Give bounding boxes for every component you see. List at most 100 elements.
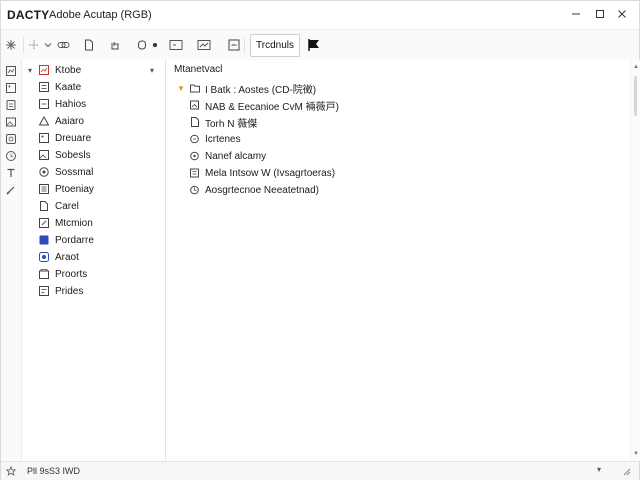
- brush-icon[interactable]: [5, 183, 17, 195]
- rotate-icon[interactable]: [106, 36, 124, 54]
- vertical-scrollbar[interactable]: ▲ ▼: [630, 60, 640, 461]
- nav-item[interactable]: Sossmal: [22, 164, 165, 180]
- nav-item[interactable]: Prides: [22, 283, 165, 299]
- nav-item-label: Sobesls: [55, 149, 91, 161]
- tree-item[interactable]: ▼ I Batk : Aostes (CD-院徵): [177, 80, 617, 96]
- nav-item-label: Sossmal: [55, 166, 94, 178]
- tree-item[interactable]: NAB & Eecanioe CvM 裲薇戸): [190, 97, 610, 113]
- folder-icon: [190, 83, 200, 93]
- layer-icon: [190, 185, 200, 195]
- minimize-icon[interactable]: [567, 6, 585, 22]
- nav-item[interactable]: Sobesls: [22, 147, 165, 163]
- picture-icon[interactable]: [5, 115, 17, 127]
- layers-icon[interactable]: [5, 64, 17, 76]
- scroll-up-icon[interactable]: ▲: [633, 64, 639, 70]
- shield-icon: [39, 167, 49, 177]
- nav-item[interactable]: Carel: [22, 198, 165, 214]
- nav-item[interactable]: Kaate: [22, 79, 165, 95]
- nav-item[interactable]: Aaiaro: [22, 113, 165, 129]
- chevron-down-icon[interactable]: ▼: [177, 84, 185, 93]
- nav-item-label: Ktobe: [55, 64, 82, 76]
- layers-icon: [39, 184, 49, 194]
- nav-item[interactable]: Dreuare: [22, 130, 165, 146]
- layer-icon: [190, 117, 200, 127]
- nav-item-label: Carel: [55, 200, 79, 212]
- square-blue-icon: [39, 235, 49, 245]
- tool-rail: [1, 60, 22, 461]
- nav-item[interactable]: Mtcmion: [22, 215, 165, 231]
- tree-item[interactable]: Icrtenes: [190, 131, 610, 147]
- tree-item-label: Aosgrtecnoe Neeatetnad): [205, 184, 319, 196]
- edit-icon: [39, 218, 49, 228]
- nav-item-label: Proorts: [55, 268, 88, 280]
- app-logo: DACTY: [7, 8, 50, 22]
- tree-item[interactable]: Mela Intsow W (Ivsagrtoeras): [190, 165, 610, 181]
- toolbar-divider: [244, 37, 245, 53]
- status-text: Pll 9sS3 IWD: [27, 466, 81, 476]
- tree-item[interactable]: Nanef alcamy: [190, 148, 610, 164]
- layers-icon: [39, 99, 49, 109]
- nav-item-label: Prides: [55, 285, 84, 297]
- layer-icon: [190, 151, 200, 161]
- scrollbar-thumb[interactable]: [634, 76, 637, 116]
- resize-grip-icon[interactable]: [621, 466, 631, 476]
- sparkle-icon[interactable]: [2, 36, 20, 54]
- dot-icon[interactable]: [146, 36, 164, 54]
- frame-icon[interactable]: [167, 36, 185, 54]
- nav-item-label: Mtcmion: [55, 217, 93, 229]
- flag-icon[interactable]: [305, 36, 323, 54]
- title-bar: DACTY Adobe Acutap (RGB): [1, 1, 639, 29]
- tree-item-label: NAB & Eecanioe CvM 裲薇戸): [205, 101, 339, 113]
- clock-icon[interactable]: [5, 149, 17, 161]
- toolbar: Trcdnuls: [1, 29, 639, 61]
- tree-item-label: I Batk : Aostes (CD-院徵): [205, 84, 317, 96]
- gradient-icon[interactable]: [195, 36, 213, 54]
- close-icon[interactable]: [613, 6, 631, 22]
- nav-item-label: Hahios: [55, 98, 87, 110]
- layer-icon: [190, 100, 200, 110]
- shield-blue-icon: [39, 252, 49, 262]
- toolbar-divider: [23, 37, 24, 53]
- document-icon: [39, 201, 49, 211]
- status-bar: Pll 9sS3 IWD ▾: [1, 461, 639, 480]
- type-icon[interactable]: [5, 166, 17, 178]
- chevron-down-icon[interactable]: ▾: [28, 66, 32, 75]
- chevron-down-icon[interactable]: ▾: [150, 66, 154, 75]
- star-icon[interactable]: [5, 465, 17, 476]
- window-title: Adobe Acutap (RGB): [49, 9, 152, 21]
- layers-icon: [39, 82, 49, 92]
- nav-item-label: Pordarre: [55, 234, 94, 246]
- nav-item[interactable]: Araot: [22, 249, 165, 265]
- layer-icon: [190, 134, 200, 144]
- document-icon[interactable]: [80, 36, 98, 54]
- image-icon: [39, 133, 49, 143]
- tree-item-label: Torh N 薇傑: [205, 118, 258, 130]
- image-icon[interactable]: [5, 81, 17, 93]
- nav-item-label: Kaate: [55, 81, 82, 93]
- minus-box-icon[interactable]: [225, 36, 243, 54]
- nav-item[interactable]: Hahios: [22, 96, 165, 112]
- layer-icon: [190, 168, 200, 178]
- panel-title: Mtanetvacl: [174, 64, 223, 75]
- active-tool-button[interactable]: Trcdnuls: [250, 34, 300, 57]
- stack-icon[interactable]: [5, 98, 17, 110]
- nav-item[interactable]: ▾ Ktobe ▾: [22, 62, 165, 78]
- link-icon[interactable]: [54, 36, 72, 54]
- layer-nav-panel: ▾ Ktobe ▾ Kaate Hahios Aaiaro Dreuare So…: [22, 60, 166, 461]
- scroll-down-icon[interactable]: ▼: [633, 451, 639, 457]
- chevron-down-icon[interactable]: ▾: [597, 465, 601, 474]
- tree-item[interactable]: Torh N 薇傑: [190, 114, 610, 130]
- main-panel: Mtanetvacl ▼ I Batk : Aostes (CD-院徵) NAB…: [166, 60, 630, 461]
- maximize-icon[interactable]: [591, 6, 609, 22]
- nav-item-label: Aaiaro: [55, 115, 84, 127]
- tree-item-label: Nanef alcamy: [205, 150, 267, 162]
- nav-item-label: Dreuare: [55, 132, 92, 144]
- layers-icon: [39, 269, 49, 279]
- tree-item[interactable]: Aosgrtecnoe Neeatetnad): [190, 182, 610, 198]
- adjust-icon[interactable]: [5, 132, 17, 144]
- nav-item[interactable]: Pordarre: [22, 232, 165, 248]
- nav-item-label: Araot: [55, 251, 79, 263]
- nav-item[interactable]: Proorts: [22, 266, 165, 282]
- image-icon: [39, 286, 49, 296]
- nav-item[interactable]: Ptoeniay: [22, 181, 165, 197]
